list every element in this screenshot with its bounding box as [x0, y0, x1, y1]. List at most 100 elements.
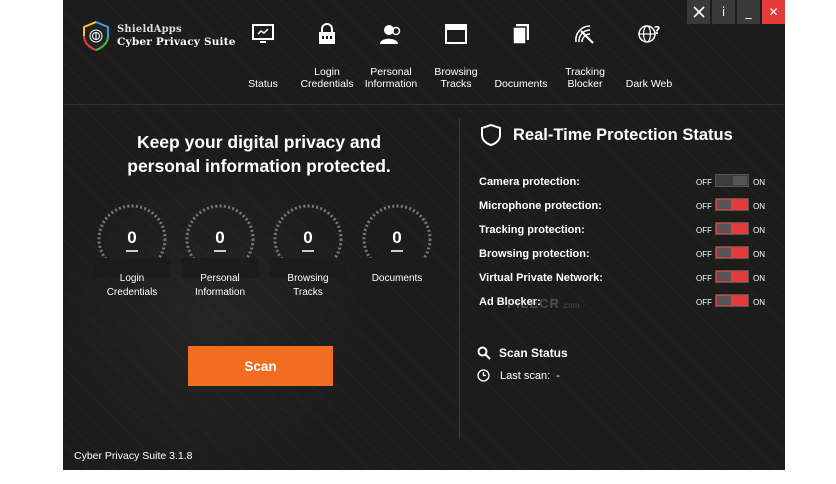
nav-browsing-tracks[interactable]: Browsing Tracks: [421, 14, 491, 90]
toggle-knob: [717, 200, 731, 209]
protection-row: Tracking protection: OFF ON: [479, 221, 769, 241]
nav-status[interactable]: Status: [228, 14, 298, 90]
gauge-browsing-tracks[interactable]: 0 Browsing Tracks: [269, 200, 347, 298]
search-icon: [477, 346, 491, 360]
shield-icon: [481, 124, 501, 146]
scan-status: Scan Status: [477, 346, 568, 360]
tracking-protection-toggle[interactable]: [715, 222, 749, 235]
toggle-knob: [717, 224, 731, 233]
watermark-main: FILECR: [507, 296, 560, 311]
watermark: FILECR .com: [507, 296, 579, 311]
vpn-toggle[interactable]: [715, 270, 749, 283]
browsing-protection-toggle[interactable]: [715, 246, 749, 259]
count-underline: [214, 250, 226, 252]
headline: Keep your digital privacy and personal i…: [127, 132, 391, 176]
realtime-header: Real-Time Protection Status: [481, 124, 733, 146]
gauge-label: Login Credentials: [106, 273, 158, 298]
tools-icon: [692, 6, 705, 18]
realtime-title: Real-Time Protection Status: [513, 125, 733, 144]
toggle-knob: [733, 176, 747, 185]
radar-icon: [575, 25, 594, 44]
off-label: OFF: [696, 202, 712, 211]
gauge-personal-information[interactable]: 0 Personal Information: [181, 200, 259, 298]
on-label: ON: [753, 226, 765, 235]
browser-window-icon: [445, 24, 467, 44]
nav-label: Login Credentials: [300, 66, 354, 90]
nav-label: Personal Information: [364, 66, 418, 90]
on-label: ON: [753, 298, 765, 307]
protection-label: Browsing protection:: [479, 248, 590, 260]
on-label: ON: [753, 274, 765, 283]
off-label: OFF: [696, 250, 712, 259]
minimize-icon: _: [745, 5, 752, 19]
gauge-count: 0: [127, 228, 137, 247]
camera-protection-toggle[interactable]: [715, 174, 749, 187]
microphone-protection-toggle[interactable]: [715, 198, 749, 211]
ad-blocker-toggle[interactable]: [715, 294, 749, 307]
on-label: ON: [753, 178, 765, 187]
protection-row: Browsing protection: OFF ON: [479, 245, 769, 265]
nav-label: Documents: [494, 78, 548, 90]
gauge-count: 0: [215, 228, 225, 247]
gauge-label: Browsing Tracks: [287, 273, 329, 298]
close-button[interactable]: ✕: [762, 0, 785, 24]
toggle-knob: [717, 272, 731, 281]
off-label: OFF: [696, 178, 712, 187]
gauge-login-credentials[interactable]: 0 Login Credentials: [93, 200, 171, 298]
app-window: ShieldApps Cyber Privacy Suite Status Lo…: [63, 0, 785, 470]
documents-icon: [512, 24, 529, 45]
close-icon: ✕: [768, 5, 779, 19]
top-nav: Status Login Credentials Personal Inform…: [63, 14, 785, 104]
monitor-icon: [252, 24, 274, 43]
protection-row: Camera protection: OFF ON: [479, 173, 769, 193]
gauge-count: 0: [303, 228, 313, 247]
panel-divider: [459, 118, 460, 438]
last-scan-text: Last scan: -: [500, 369, 560, 382]
clock-icon: [477, 369, 490, 382]
toggle-knob: [717, 248, 731, 257]
nav-label: Browsing Tracks: [434, 66, 478, 90]
off-label: OFF: [696, 274, 712, 283]
toggle-knob: [717, 296, 731, 305]
on-label: ON: [753, 250, 765, 259]
gauge-label: Personal Information: [194, 273, 246, 298]
off-label: OFF: [696, 226, 712, 235]
svg-text:?: ?: [654, 24, 660, 37]
info-button[interactable]: i: [712, 0, 735, 24]
nav-label: Tracking Blocker: [565, 66, 605, 90]
tools-button[interactable]: [687, 0, 710, 24]
user-icon: [380, 25, 401, 44]
protection-row: Virtual Private Network: OFF ON: [479, 269, 769, 289]
nav-label: Status: [248, 78, 278, 90]
window-controls: i _ ✕: [685, 0, 785, 24]
protection-label: Microphone protection:: [479, 200, 602, 212]
scan-button[interactable]: Scan: [188, 346, 333, 386]
nav-dark-web[interactable]: ? Dark Web: [614, 14, 684, 90]
count-underline: [391, 250, 403, 252]
nav-documents[interactable]: Documents: [486, 14, 556, 90]
protection-label: Tracking protection:: [479, 224, 585, 236]
gauge-documents[interactable]: 0 Documents: [358, 200, 436, 284]
version-label: Cyber Privacy Suite 3.1.8: [74, 450, 193, 462]
globe-question-icon: ?: [638, 24, 660, 43]
info-icon: i: [721, 5, 726, 19]
nav-tracking-blocker[interactable]: Tracking Blocker: [550, 14, 620, 90]
count-underline: [126, 250, 138, 252]
on-label: ON: [753, 202, 765, 211]
last-scan: Last scan: -: [477, 369, 560, 382]
gauge-count: 0: [392, 228, 402, 247]
nav-login-credentials[interactable]: Login Credentials: [292, 14, 362, 90]
off-label: OFF: [696, 298, 712, 307]
protection-label: Virtual Private Network:: [479, 272, 603, 284]
scan-status-title: Scan Status: [499, 346, 568, 360]
count-underline: [302, 250, 314, 252]
protection-row: Microphone protection: OFF ON: [479, 197, 769, 217]
watermark-sub: .com: [561, 301, 580, 310]
gauge-label: Documents: [371, 273, 423, 284]
minimize-button[interactable]: _: [737, 0, 760, 24]
nav-personal-information[interactable]: Personal Information: [356, 14, 426, 90]
lock-icon: [319, 23, 335, 44]
header-divider: [63, 104, 785, 105]
protection-label: Camera protection:: [479, 176, 580, 188]
nav-label: Dark Web: [625, 78, 673, 90]
